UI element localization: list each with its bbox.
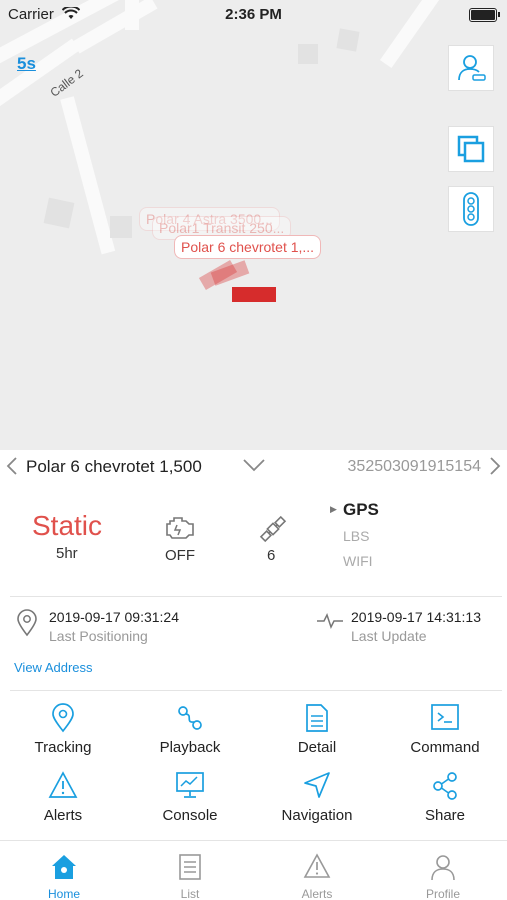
device-header: Polar 6 chevrotet 1,500 352503091915154	[0, 450, 507, 482]
vehicle-marker-label[interactable]: Polar 6 chevrotet 1,...	[174, 235, 322, 259]
device-imei: 352503091915154	[347, 458, 481, 475]
profile-car-button[interactable]	[448, 45, 494, 91]
map-road	[60, 96, 116, 255]
traffic-light-icon	[463, 192, 479, 226]
view-address-link[interactable]: View Address	[14, 660, 93, 675]
last-positioning-time: 2019-09-17 09:31:24	[49, 609, 179, 625]
refresh-interval-button[interactable]: 5s	[17, 54, 36, 74]
battery-icon	[469, 8, 500, 22]
traffic-button[interactable]	[448, 186, 494, 232]
map-building	[298, 44, 318, 64]
divider	[10, 690, 502, 691]
chevron-right-icon[interactable]	[489, 456, 501, 476]
share-icon	[433, 772, 457, 800]
warning-icon	[303, 853, 331, 878]
layers-button[interactable]	[448, 126, 494, 172]
map-building	[336, 28, 360, 52]
street-label: Calle 2	[47, 66, 86, 100]
chevron-left-icon[interactable]	[6, 456, 18, 476]
tab-profile[interactable]: Profile	[398, 853, 488, 900]
navigation-arrow-icon	[304, 772, 330, 798]
satellite-count: 6	[267, 547, 276, 564]
command-label: Command	[410, 739, 480, 756]
route-icon	[178, 706, 202, 730]
terminal-icon	[431, 704, 459, 730]
location-pin-icon	[17, 609, 37, 637]
tab-label: Home	[47, 887, 80, 900]
playback-button[interactable]: Playback	[130, 703, 250, 756]
share-label: Share	[424, 807, 466, 824]
console-button[interactable]: Console	[130, 771, 250, 824]
share-button[interactable]: Share	[385, 771, 505, 824]
engine-icon	[166, 517, 194, 539]
vehicle-icon[interactable]	[232, 287, 276, 302]
clock: 2:36 PM	[225, 6, 282, 23]
detail-button[interactable]: Detail	[257, 703, 377, 756]
last-update-time: 2019-09-17 14:31:13	[351, 609, 481, 625]
status-bar: Carrier 2:36 PM	[0, 0, 507, 30]
layers-icon	[457, 135, 485, 163]
home-icon	[52, 855, 76, 879]
device-name: Polar 6 chevrotet 1,500	[26, 457, 202, 476]
positioning-gps: GPS	[343, 500, 379, 519]
selected-indicator-icon: ▶	[330, 504, 337, 514]
acc-status: OFF	[165, 547, 195, 564]
document-icon	[306, 704, 328, 732]
warning-icon	[48, 771, 78, 798]
tab-home[interactable]: Home	[19, 853, 109, 900]
motion-status: Static	[32, 510, 103, 541]
tracking-label: Tracking	[34, 739, 92, 756]
positioning-wifi: WIFI	[343, 553, 373, 569]
pulse-icon	[317, 613, 343, 629]
location-pin-icon	[52, 703, 74, 733]
playback-label: Playback	[159, 739, 221, 756]
list-icon	[179, 854, 201, 880]
console-label: Console	[162, 807, 218, 824]
tab-label: Alerts	[301, 887, 333, 900]
profile-car-icon	[458, 55, 486, 81]
alerts-button[interactable]: Alerts	[3, 771, 123, 824]
detail-label: Detail	[297, 739, 337, 756]
map-building	[43, 197, 75, 229]
satellite-icon	[259, 515, 287, 543]
positioning-lbs: LBS	[343, 528, 370, 544]
alerts-label: Alerts	[43, 807, 83, 824]
tab-label: List	[180, 887, 200, 900]
status-duration: 5hr	[56, 545, 78, 562]
tab-list[interactable]: List	[145, 853, 235, 900]
map-building	[110, 216, 132, 238]
last-update-label: Last Update	[351, 628, 427, 644]
tab-bar: Home List Alerts Profile	[0, 840, 507, 900]
tracking-button[interactable]: Tracking	[3, 703, 123, 756]
person-icon	[431, 855, 455, 881]
navigation-label: Navigation	[281, 807, 353, 824]
monitor-chart-icon	[176, 772, 204, 798]
map-view[interactable]: Carrier 2:36 PM 5s Calle 2 Polar 4 Astra…	[0, 0, 507, 450]
command-button[interactable]: Command	[385, 703, 505, 756]
chevron-down-icon[interactable]	[242, 458, 266, 472]
divider	[10, 596, 502, 597]
tab-alerts[interactable]: Alerts	[272, 853, 362, 900]
tab-label: Profile	[425, 887, 460, 900]
navigation-button[interactable]: Navigation	[257, 771, 377, 824]
last-positioning-label: Last Positioning	[49, 628, 148, 644]
